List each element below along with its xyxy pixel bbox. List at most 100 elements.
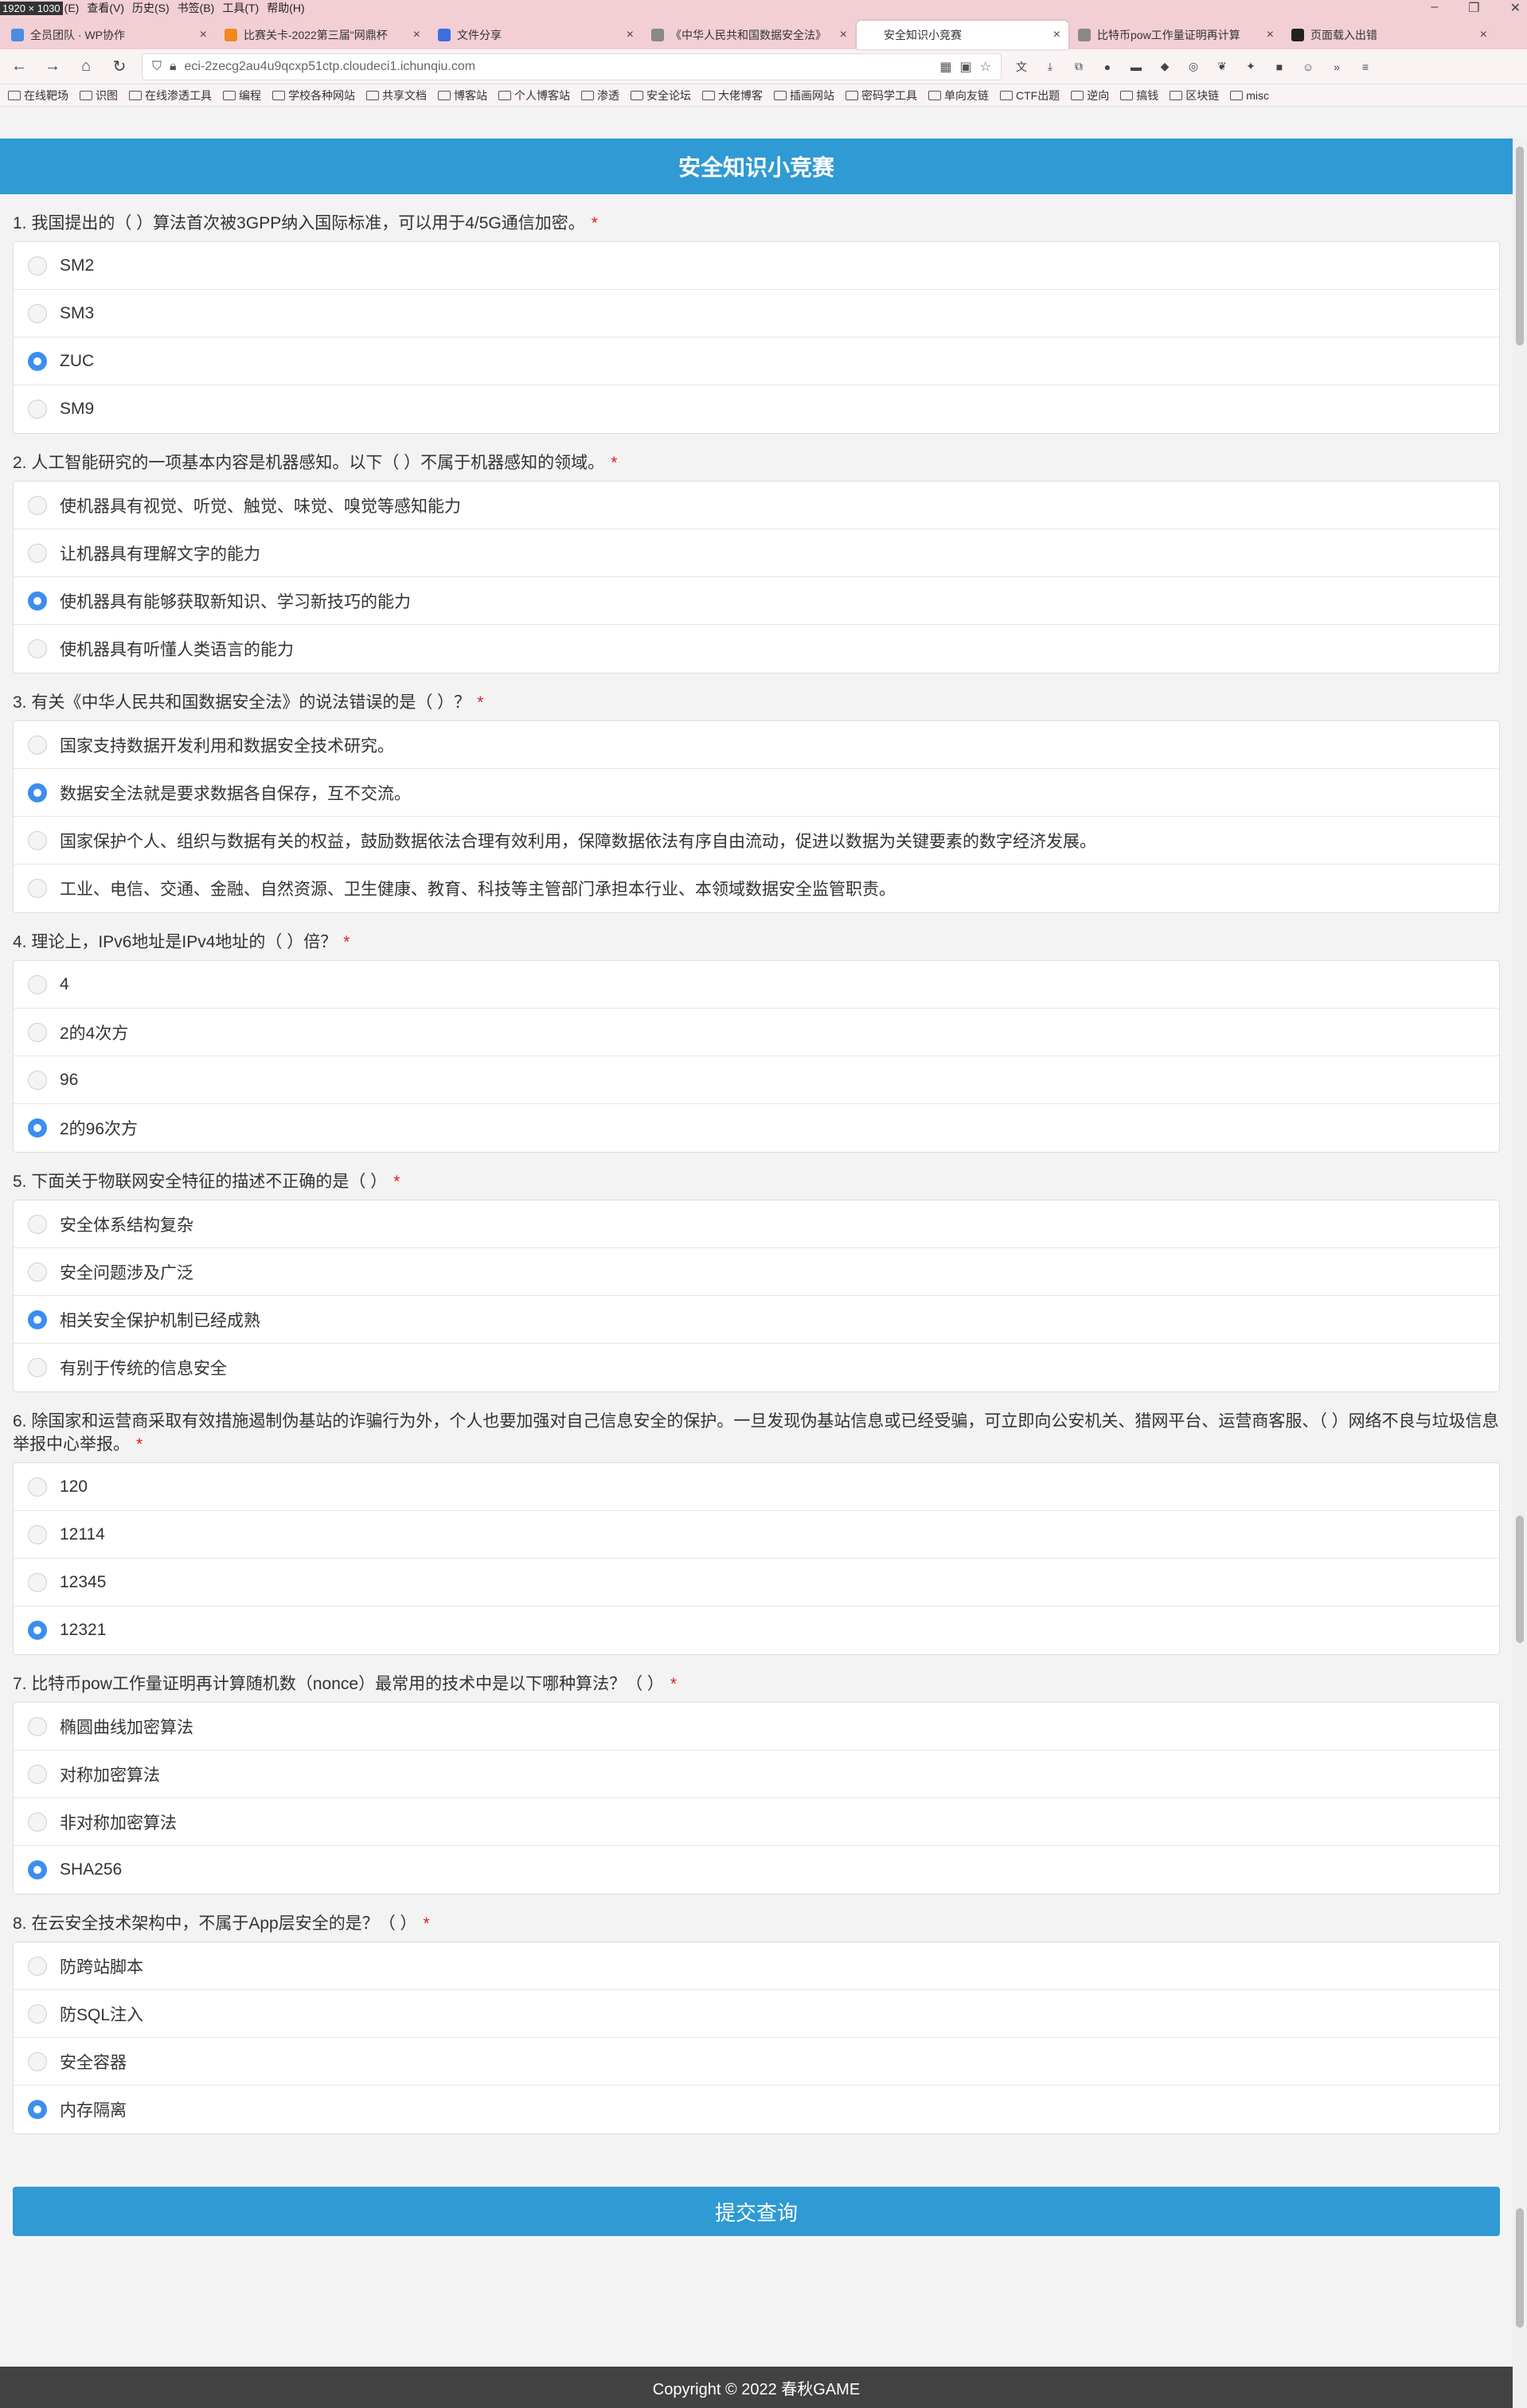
radio-icon[interactable]	[28, 1524, 47, 1544]
bookmark-label[interactable]: 个人博客站	[514, 88, 570, 103]
bookmark-label[interactable]: 编程	[239, 88, 261, 103]
bookmark-folder[interactable]: 搞钱	[1120, 88, 1158, 103]
radio-icon[interactable]	[28, 495, 47, 515]
option-label[interactable]: 防跨站脚本	[60, 1954, 143, 1978]
tab-close-icon[interactable]: ×	[200, 28, 207, 42]
option-label[interactable]: 使机器具有能够获取新知识、学习新技巧的能力	[60, 589, 411, 613]
option-label[interactable]: 让机器具有理解文字的能力	[60, 541, 260, 565]
tab-0[interactable]: 全员团队 · WP协作 ×	[3, 21, 215, 49]
option-label[interactable]: 4	[60, 975, 69, 994]
radio-selected-icon[interactable]	[28, 2100, 47, 2119]
option-label[interactable]: 有别于传统的信息安全	[60, 1356, 227, 1380]
tab-label[interactable]: 比特币pow工作量证明再计算	[1097, 27, 1262, 43]
tab-3[interactable]: 《中华人民共和国数据安全法》 ×	[643, 21, 855, 49]
option-label[interactable]: 防SQL注入	[60, 2002, 143, 2026]
tab-label[interactable]: 文件分享	[457, 27, 622, 43]
scrollbar-thumb-bottom[interactable]	[1516, 2208, 1524, 2328]
answer-option[interactable]: 12321	[14, 1606, 1499, 1654]
bookmark-folder[interactable]: 密码学工具	[846, 88, 917, 103]
reload-icon[interactable]: ↻	[108, 56, 131, 78]
answer-option[interactable]: 96	[14, 1056, 1499, 1104]
radio-icon[interactable]	[28, 2051, 47, 2071]
answer-option[interactable]: SM2	[14, 242, 1499, 290]
bookmark-label[interactable]: 单向友链	[944, 88, 989, 103]
download-icon[interactable]: ⤓	[1041, 58, 1059, 76]
bookmark-label[interactable]: 区块链	[1185, 88, 1219, 103]
forward-icon[interactable]: →	[41, 56, 64, 78]
tab-label[interactable]: 《中华人民共和国数据安全法》	[670, 27, 835, 43]
bookmark-label[interactable]: 搞钱	[1136, 88, 1158, 103]
bookmark-folder[interactable]: 逆向	[1071, 88, 1109, 103]
option-label[interactable]: 内存隔离	[60, 2098, 127, 2121]
option-label[interactable]: 椭圆曲线加密算法	[60, 1715, 193, 1739]
bookmark-folder[interactable]: misc	[1230, 89, 1269, 102]
radio-icon[interactable]	[28, 1572, 47, 1592]
radio-icon[interactable]	[28, 1358, 47, 1377]
bookmark-label[interactable]: 安全论坛	[646, 88, 691, 103]
menu-hamburger-icon[interactable]: ≡	[1357, 58, 1374, 76]
option-label[interactable]: 96	[60, 1071, 78, 1090]
bookmark-folder[interactable]: 博客站	[438, 88, 487, 103]
radio-selected-icon[interactable]	[28, 351, 47, 371]
tab-label[interactable]: 安全知识小竞赛	[884, 27, 1049, 43]
answer-option[interactable]: SM9	[14, 385, 1499, 433]
option-label[interactable]: 安全容器	[60, 2050, 127, 2074]
submit-button[interactable]: 提交查询	[13, 2187, 1500, 2236]
option-label[interactable]: 2的4次方	[60, 1021, 128, 1044]
radio-icon[interactable]	[28, 2004, 47, 2024]
option-label[interactable]: SM9	[60, 400, 94, 419]
bookmark-folder[interactable]: 共享文档	[366, 88, 427, 103]
option-label[interactable]: SM3	[60, 304, 94, 323]
bookmark-star-icon[interactable]: ☆	[980, 59, 991, 75]
answer-option[interactable]: 数据安全法就是要求数据各自保存，互不交流。	[14, 769, 1499, 817]
answer-option[interactable]: 让机器具有理解文字的能力	[14, 529, 1499, 577]
tab-label[interactable]: 全员团队 · WP协作	[30, 27, 195, 43]
radio-icon[interactable]	[28, 1070, 47, 1090]
bookmark-folder[interactable]: 单向友链	[928, 88, 989, 103]
answer-option[interactable]: 2的4次方	[14, 1009, 1499, 1056]
radio-icon[interactable]	[28, 1716, 47, 1736]
more-tools-icon[interactable]: »	[1328, 58, 1345, 76]
bookmark-label[interactable]: 共享文档	[382, 88, 427, 103]
answer-option[interactable]: 国家保护个人、组织与数据有关的权益，鼓励数据依法合理有效利用，保障数据依法有序自…	[14, 817, 1499, 864]
answer-option[interactable]: 安全容器	[14, 2038, 1499, 2086]
menu-history[interactable]: 历史(S)	[132, 0, 170, 16]
tab-1[interactable]: 比赛关卡-2022第三届"网鼎杯 ×	[217, 21, 428, 49]
answer-option[interactable]: 工业、电信、交通、金融、自然资源、卫生健康、教育、科技等主管部门承担本行业、本领…	[14, 864, 1499, 912]
option-label[interactable]: SM2	[60, 256, 94, 275]
tab-4[interactable]: 安全知识小竞赛 ×	[857, 21, 1068, 49]
tab-close-icon[interactable]: ×	[627, 28, 634, 42]
option-label[interactable]: 2的96次方	[60, 1116, 138, 1140]
radio-icon[interactable]	[28, 830, 47, 850]
tab-label[interactable]: 比赛关卡-2022第三届"网鼎杯	[244, 27, 408, 43]
bookmark-label[interactable]: 插画网站	[790, 88, 834, 103]
menu-bookmarks[interactable]: 书签(B)	[178, 0, 215, 16]
radio-selected-icon[interactable]	[28, 1621, 47, 1640]
answer-option[interactable]: 相关安全保护机制已经成熟	[14, 1296, 1499, 1344]
option-label[interactable]: 使机器具有视觉、听觉、触觉、味觉、嗅觉等感知能力	[60, 494, 461, 517]
tab-2[interactable]: 文件分享 ×	[430, 21, 642, 49]
bookmark-folder[interactable]: 插画网站	[774, 88, 834, 103]
bookmark-label[interactable]: 密码学工具	[861, 88, 917, 103]
ext-circle-icon[interactable]: ●	[1099, 58, 1116, 76]
ext-box-icon[interactable]: ▬	[1127, 58, 1145, 76]
radio-selected-icon[interactable]	[28, 1118, 47, 1138]
answer-option[interactable]: 有别于传统的信息安全	[14, 1344, 1499, 1391]
option-label[interactable]: 对称加密算法	[60, 1762, 160, 1786]
bookmark-label[interactable]: CTF出题	[1016, 88, 1060, 103]
lock-icon[interactable]: 🔒︎	[170, 60, 177, 74]
home-icon[interactable]: ⌂	[75, 56, 97, 78]
bookmark-folder[interactable]: 个人博客站	[498, 88, 570, 103]
answer-option[interactable]: 4	[14, 961, 1499, 1009]
answer-option[interactable]: 使机器具有能够获取新知识、学习新技巧的能力	[14, 577, 1499, 625]
tab-close-icon[interactable]: ×	[1480, 28, 1487, 42]
ext-fire-icon[interactable]: ✦	[1242, 58, 1259, 76]
answer-option[interactable]: 椭圆曲线加密算法	[14, 1703, 1499, 1750]
scrollbar-thumb-secondary[interactable]	[1516, 1516, 1524, 1643]
bookmark-label[interactable]: 在线渗透工具	[145, 88, 212, 103]
option-label[interactable]: 12345	[60, 1573, 106, 1592]
menu-tools[interactable]: 工具(T)	[222, 0, 259, 16]
answer-option[interactable]: 防跨站脚本	[14, 1942, 1499, 1990]
bookmark-label[interactable]: 逆向	[1087, 88, 1109, 103]
radio-icon[interactable]	[28, 303, 47, 323]
